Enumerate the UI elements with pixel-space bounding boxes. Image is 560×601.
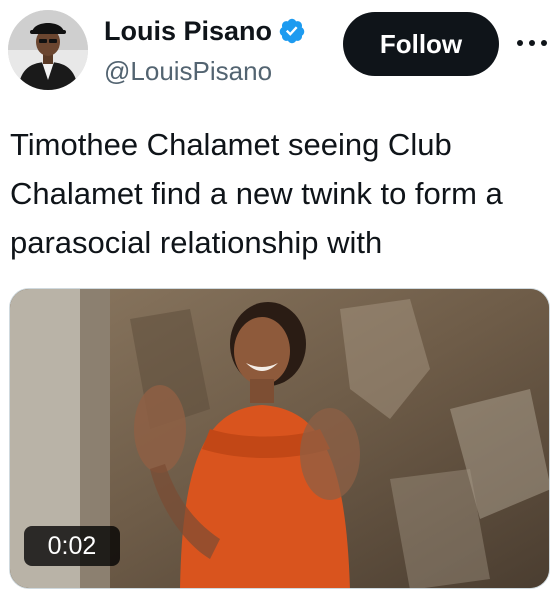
tweet-card: Louis Pisano @LouisPisano Follow Timothe… [0, 0, 560, 601]
author-handle[interactable]: @LouisPisano [104, 52, 306, 90]
video-duration-badge: 0:02 [24, 526, 120, 566]
verified-badge-icon[interactable] [278, 17, 306, 45]
more-options-icon[interactable] [512, 30, 552, 56]
author-display-name[interactable]: Louis Pisano [104, 12, 272, 50]
tweet-text: Timothee Chalamet seeing Club Chalamet f… [10, 127, 503, 260]
author-name-row: Louis Pisano [104, 12, 306, 50]
avatar-image [8, 10, 88, 90]
author-info: Louis Pisano @LouisPisano [104, 12, 306, 90]
author-avatar[interactable] [8, 10, 88, 90]
follow-button[interactable]: Follow [343, 12, 499, 76]
